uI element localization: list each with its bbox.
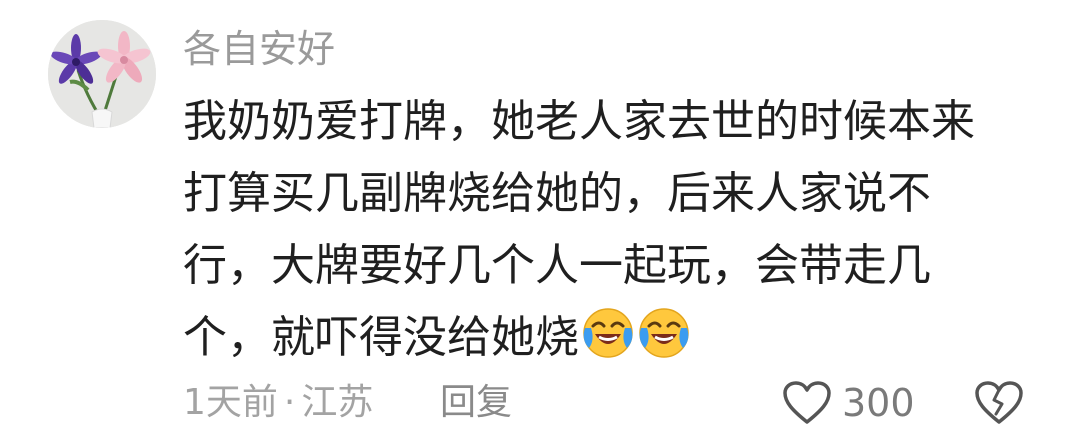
comment-item: 各自安好 我奶奶爱打牌，她老人家去世的时候本来 打算买几副牌烧给她的，后来人家说… bbox=[0, 0, 1080, 427]
comment-location: 江苏 bbox=[301, 382, 374, 423]
username[interactable]: 各自安好 bbox=[183, 24, 335, 74]
dislike-button[interactable] bbox=[974, 380, 1024, 426]
like-button[interactable]: 300 bbox=[782, 378, 915, 427]
like-count: 300 bbox=[842, 381, 915, 425]
laughing-crying-emoji-icon bbox=[583, 308, 633, 358]
comment-text-segment: 个，就吓得没给她烧 bbox=[183, 312, 579, 363]
comment-text-line: 打算买几副牌烧给她的，后来人家说不 bbox=[183, 168, 931, 219]
heart-outline-icon bbox=[783, 381, 831, 424]
avatar[interactable] bbox=[48, 20, 156, 128]
comment-text: 我奶奶爱打牌，她老人家去世的时候本来 打算买几副牌烧给她的，后来人家说不 行，大… bbox=[183, 86, 1003, 374]
meta-separator: · bbox=[283, 382, 296, 423]
comment-time: 1天前 bbox=[183, 382, 278, 423]
flower-photo-icon bbox=[48, 20, 156, 128]
comment-text-line: 我奶奶爱打牌，她老人家去世的时候本来 bbox=[183, 96, 975, 147]
comment-text-line: 行，大牌要好几个人一起玩，会带走几 bbox=[183, 240, 931, 291]
laughing-crying-emoji-icon bbox=[639, 308, 689, 358]
reply-button[interactable]: 回复 bbox=[440, 378, 512, 427]
broken-heart-icon bbox=[975, 381, 1023, 424]
comment-text-line-last: 个，就吓得没给她烧 bbox=[183, 302, 1003, 374]
comment-meta: 1天前 · 江苏 bbox=[183, 378, 373, 427]
